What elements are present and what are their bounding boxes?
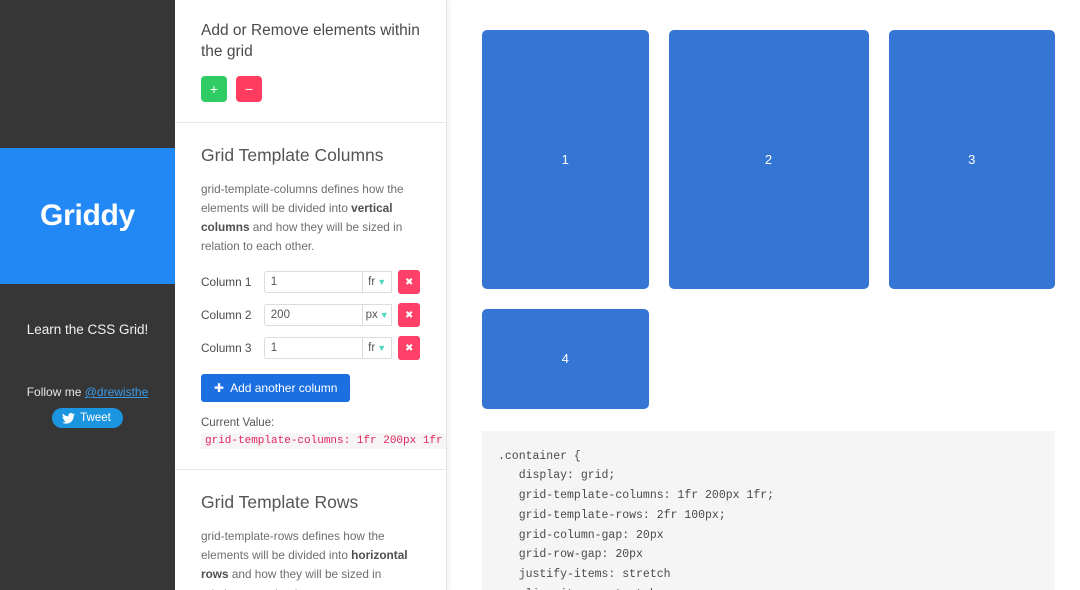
column-track-row: Column 2 px ▼ ✖ <box>201 303 420 327</box>
column-2-label: Column 2 <box>201 308 264 322</box>
column-3-label: Column 3 <box>201 341 264 355</box>
add-remove-buttons: + − <box>201 76 420 102</box>
column-2-unit-select[interactable]: px ▼ <box>362 304 393 326</box>
add-another-column-label: Add another column <box>230 381 337 395</box>
add-remove-title: Add or Remove elements within the grid <box>201 20 420 63</box>
rows-section-title: Grid Template Rows <box>201 492 420 513</box>
generated-css-code: .container { display: grid; grid-templat… <box>498 447 1055 590</box>
columns-current-value-label: Current Value: <box>201 417 420 429</box>
chevron-down-icon: ▼ <box>377 344 386 353</box>
column-3-delete-button[interactable]: ✖ <box>398 336 420 360</box>
add-another-column-button[interactable]: ✚ Add another column <box>201 374 350 402</box>
columns-section-title: Grid Template Columns <box>201 145 420 166</box>
grid-cell-empty <box>889 309 1056 409</box>
column-track-row: Column 1 fr ▼ ✖ <box>201 270 420 294</box>
column-track-row: Column 3 fr ▼ ✖ <box>201 336 420 360</box>
follow-prefix: Follow me <box>27 385 85 399</box>
grid-template-columns-section: Grid Template Columns grid-template-colu… <box>175 123 446 470</box>
column-1-label: Column 1 <box>201 275 264 289</box>
twitter-bird-icon <box>62 413 75 424</box>
rows-desc-post: and how they will be sized in relation t… <box>201 567 381 590</box>
column-1-value-input[interactable] <box>264 271 362 293</box>
sidebar-top-spacer <box>0 0 175 148</box>
control-panel: Add or Remove elements within the grid +… <box>175 0 447 590</box>
column-2-delete-button[interactable]: ✖ <box>398 303 420 327</box>
column-2-unit-label: px <box>366 309 378 321</box>
grid-cell[interactable]: 1 <box>482 30 649 289</box>
columns-section-description: grid-template-columns defines how the el… <box>201 180 420 256</box>
tweet-button[interactable]: Tweet <box>52 408 123 428</box>
tweet-wrap: Tweet <box>0 408 175 429</box>
chevron-down-icon: ▼ <box>377 278 386 287</box>
columns-current-value-code: grid-template-columns: 1fr 200px 1fr <box>201 433 447 449</box>
column-2-value-input[interactable] <box>264 304 362 326</box>
chevron-down-icon: ▼ <box>380 311 389 320</box>
sidebar-tagline: Learn the CSS Grid! <box>0 322 175 337</box>
remove-element-button[interactable]: − <box>236 76 262 102</box>
grid-template-rows-section: Grid Template Rows grid-template-rows de… <box>175 470 446 590</box>
tweet-button-label: Tweet <box>80 412 111 424</box>
preview-area: 1 2 3 4 .container { display: grid; grid… <box>447 0 1080 590</box>
column-3-unit-select[interactable]: fr ▼ <box>362 337 393 359</box>
rows-section-description: grid-template-rows defines how the eleme… <box>201 527 420 590</box>
generated-css-block: .container { display: grid; grid-templat… <box>482 431 1055 590</box>
column-3-value-input[interactable] <box>264 337 362 359</box>
add-remove-section: Add or Remove elements within the grid +… <box>175 0 446 123</box>
column-1-unit-select[interactable]: fr ▼ <box>362 271 393 293</box>
app-root: Griddy Learn the CSS Grid! Follow me @dr… <box>0 0 1080 590</box>
grid-cell-empty <box>669 309 869 409</box>
column-1-delete-button[interactable]: ✖ <box>398 270 420 294</box>
grid-cell[interactable]: 4 <box>482 309 649 409</box>
follow-row: Follow me @drewisthe <box>0 385 175 399</box>
grid-cell[interactable]: 2 <box>669 30 869 289</box>
sidebar: Griddy Learn the CSS Grid! Follow me @dr… <box>0 0 175 590</box>
logo-block[interactable]: Griddy <box>0 148 175 284</box>
plus-icon: ✚ <box>214 381 224 395</box>
grid-cell[interactable]: 3 <box>889 30 1056 289</box>
twitter-handle-link[interactable]: @drewisthe <box>85 385 149 399</box>
logo-text: Griddy <box>40 199 135 233</box>
add-element-button[interactable]: + <box>201 76 227 102</box>
column-3-unit-label: fr <box>368 342 375 354</box>
grid-preview: 1 2 3 4 <box>482 30 1055 409</box>
column-1-unit-label: fr <box>368 276 375 288</box>
